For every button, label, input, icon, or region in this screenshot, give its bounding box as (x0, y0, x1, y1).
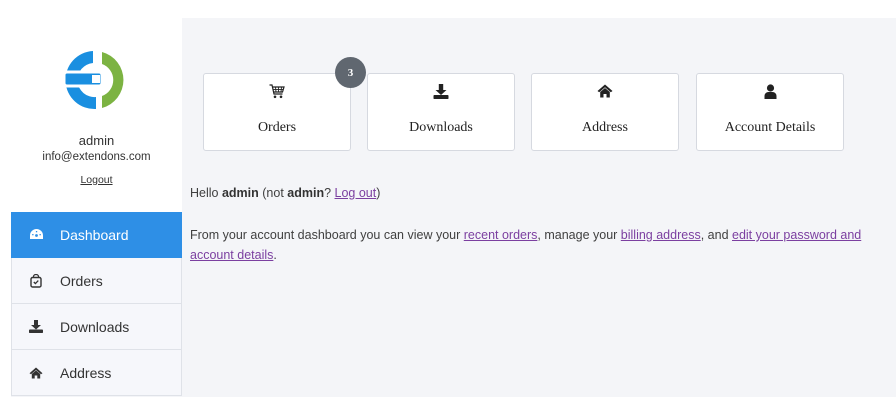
nav-item-dashboard[interactable]: Dashboard (11, 212, 182, 258)
hello-message: Hello admin (not admin? Log out) (190, 186, 381, 200)
sidebar-logout-link[interactable]: Logout (11, 174, 182, 186)
dashboard-content: Orders Downloads Address Account Details… (182, 18, 896, 397)
nav-item-label: Address (60, 364, 112, 381)
dashboard-icon (28, 227, 44, 243)
downloads-card[interactable]: Downloads (367, 73, 515, 151)
card-label: Address (582, 120, 628, 135)
download-icon (28, 319, 44, 335)
shopping-bag-icon (28, 273, 44, 289)
user-email: info@extendons.com (42, 151, 151, 163)
dashboard-intro: From your account dashboard you can view… (190, 228, 862, 262)
home-icon (532, 84, 678, 102)
account-panel: admin info@extendons.com Logout Dashboar… (11, 18, 896, 397)
orders-count-badge: 3 (335, 57, 366, 88)
orders-card[interactable]: Orders (203, 73, 351, 151)
account-navigation: Dashboard Orders Downloads Address (11, 212, 182, 396)
extendons-logo (62, 51, 124, 110)
address-card[interactable]: Address (531, 73, 679, 151)
nav-item-orders[interactable]: Orders (11, 258, 182, 304)
account-details-card[interactable]: Account Details (696, 73, 844, 151)
logout-link[interactable]: Log out (335, 186, 377, 200)
user-name: admin (78, 133, 115, 148)
nav-item-address[interactable]: Address (11, 350, 182, 396)
account-sidebar: admin info@extendons.com Logout Dashboar… (11, 18, 182, 397)
user-profile: admin info@extendons.com Logout (11, 18, 182, 212)
nav-item-label: Orders (60, 272, 103, 289)
user-icon (697, 84, 843, 102)
recent-orders-link[interactable]: recent orders (464, 228, 538, 242)
edit-account-link[interactable]: edit your password and (732, 228, 861, 242)
card-label: Downloads (409, 120, 473, 135)
nav-item-label: Downloads (60, 318, 130, 335)
nav-item-downloads[interactable]: Downloads (11, 304, 182, 350)
cart-icon (204, 84, 350, 102)
billing-address-link[interactable]: billing address (621, 228, 701, 242)
edit-account-link-cont[interactable]: account details (190, 248, 273, 262)
download-icon (368, 84, 514, 102)
home-icon (28, 365, 44, 381)
nav-item-label: Dashboard (60, 226, 129, 243)
card-label: Orders (257, 120, 297, 135)
card-label: Account Details (724, 120, 816, 135)
